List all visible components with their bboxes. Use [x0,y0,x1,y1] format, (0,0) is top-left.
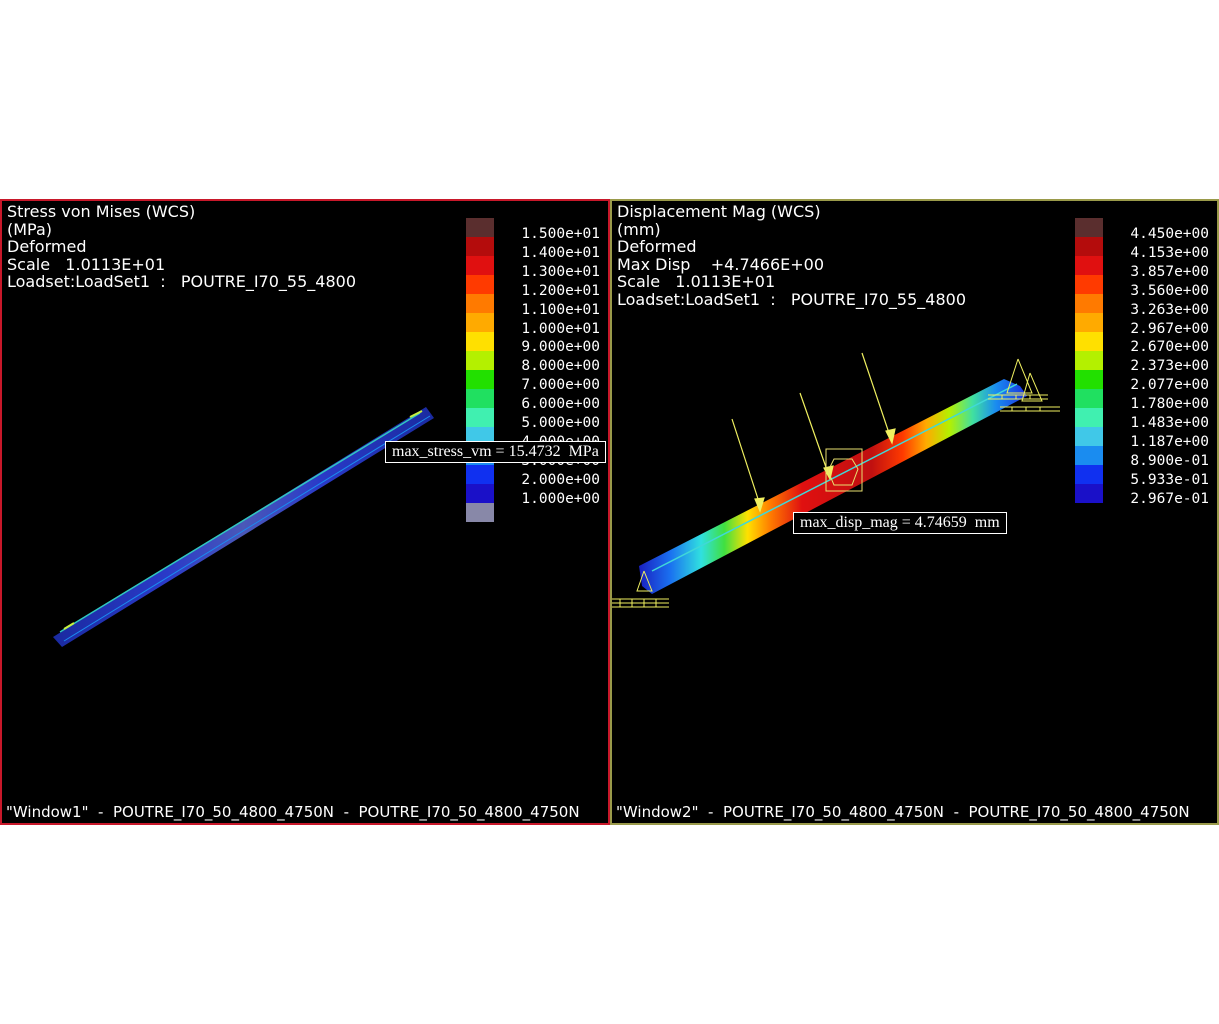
window1-legend-swatch [466,256,494,275]
window2-beam-edge [651,383,1018,572]
window2-legend-swatch [1075,427,1103,446]
window1-legend-label: 1.300e+01 [521,263,600,280]
window2-legend-label: 3.560e+00 [1130,282,1209,299]
window1-legend-swatch [466,237,494,256]
window2-viewport[interactable]: Displacement Mag (WCS) (mm) Deformed Max Di… [610,199,1219,825]
window1-legend-swatch [466,313,494,332]
window2-footer: "Window2" - POUTRE_I70_50_4800_4750N - P… [616,803,1190,821]
window2-beam [639,379,1027,594]
window2-max-disp-callout: max_disp_mag = 4.74659 mm [793,512,1007,534]
window2-legend-swatch [1075,351,1103,370]
window2-legend-swatch [1075,370,1103,389]
window2-legend-label: 3.263e+00 [1130,301,1209,318]
window1-legend-label: 8.000e+00 [521,358,600,375]
window1-legend-label: 5.000e+00 [521,415,600,432]
window2-legend-swatch [1075,446,1103,465]
window1-legend-label: 1.100e+01 [521,301,600,318]
window1-beam-edge [59,412,421,633]
window2-legend-label: 3.857e+00 [1130,263,1209,280]
window2-legend [1075,218,1103,503]
window2-legend-swatch [1075,294,1103,313]
window2-legend-label: 2.670e+00 [1130,339,1209,356]
window2-legend-label: 2.967e-01 [1130,490,1209,507]
window1-legend-labels: 1.500e+01 1.400e+01 1.300e+01 1.200e+01 1.10… [500,225,600,509]
window2-legend-label: 2.967e+00 [1130,320,1209,337]
window1-viewport[interactable]: Stress von Mises (WCS) (MPa) Deformed Scale… [0,199,610,825]
window2-legend-labels: 4.450e+00 4.153e+00 3.857e+00 3.560e+00 3.26… [1109,225,1209,509]
window1-footer: "Window1" - POUTRE_I70_50_4800_4750N - P… [6,803,580,821]
window2-legend-label: 4.450e+00 [1130,226,1209,242]
window1-legend-swatch [466,389,494,408]
window1-legend-label: 1.000e+00 [521,490,600,507]
window1-legend-swatch [466,484,494,503]
window1-legend-swatch [466,370,494,389]
window2-legend-swatch [1075,237,1103,256]
window1-legend-label: 9.000e+00 [521,339,600,356]
window2-legend-label: 1.780e+00 [1130,396,1209,413]
window1-legend-label: 1.500e+01 [521,226,600,242]
window1-legend-label: 6.000e+00 [521,396,600,413]
window1-beam-edge [63,415,431,642]
window2-legend-label: 2.077e+00 [1130,377,1209,394]
window2-legend-swatch [1075,256,1103,275]
window2-legend-swatch [1075,275,1103,294]
window1-legend-swatch [466,503,494,522]
window2-legend-label: 1.187e+00 [1130,433,1209,450]
window1-legend-swatch [466,294,494,313]
window1-beam [53,407,434,647]
window1-legend-label: 1.000e+01 [521,320,600,337]
window1-legend-swatch [466,351,494,370]
window2-legend-label: 1.483e+00 [1130,415,1209,432]
window2-legend-label: 8.900e-01 [1130,452,1209,469]
window1-legend-swatch [466,218,494,237]
window2-legend-swatch [1075,332,1103,351]
window1-legend-label: 7.000e+00 [521,377,600,394]
window1-legend-swatch [466,275,494,294]
window1-legend [466,218,494,522]
window2-legend-label: 4.153e+00 [1130,244,1209,261]
window1-max-stress-callout: max_stress_vm = 15.4732 MPa [385,441,606,463]
window2-legend-label: 5.933e-01 [1130,471,1209,488]
window1-legend-label: 2.000e+00 [521,471,600,488]
window2-legend-label: 2.373e+00 [1130,358,1209,375]
window1-legend-swatch [466,465,494,484]
window1-legend-label: 1.400e+01 [521,244,600,261]
window1-legend-swatch [466,408,494,427]
window2-legend-swatch [1075,484,1103,503]
window2-legend-swatch [1075,389,1103,408]
window2-legend-swatch [1075,313,1103,332]
window2-legend-swatch [1075,465,1103,484]
window1-legend-swatch [466,332,494,351]
window1-legend-label: 1.200e+01 [521,282,600,299]
window2-legend-swatch [1075,218,1103,237]
window2-legend-swatch [1075,408,1103,427]
